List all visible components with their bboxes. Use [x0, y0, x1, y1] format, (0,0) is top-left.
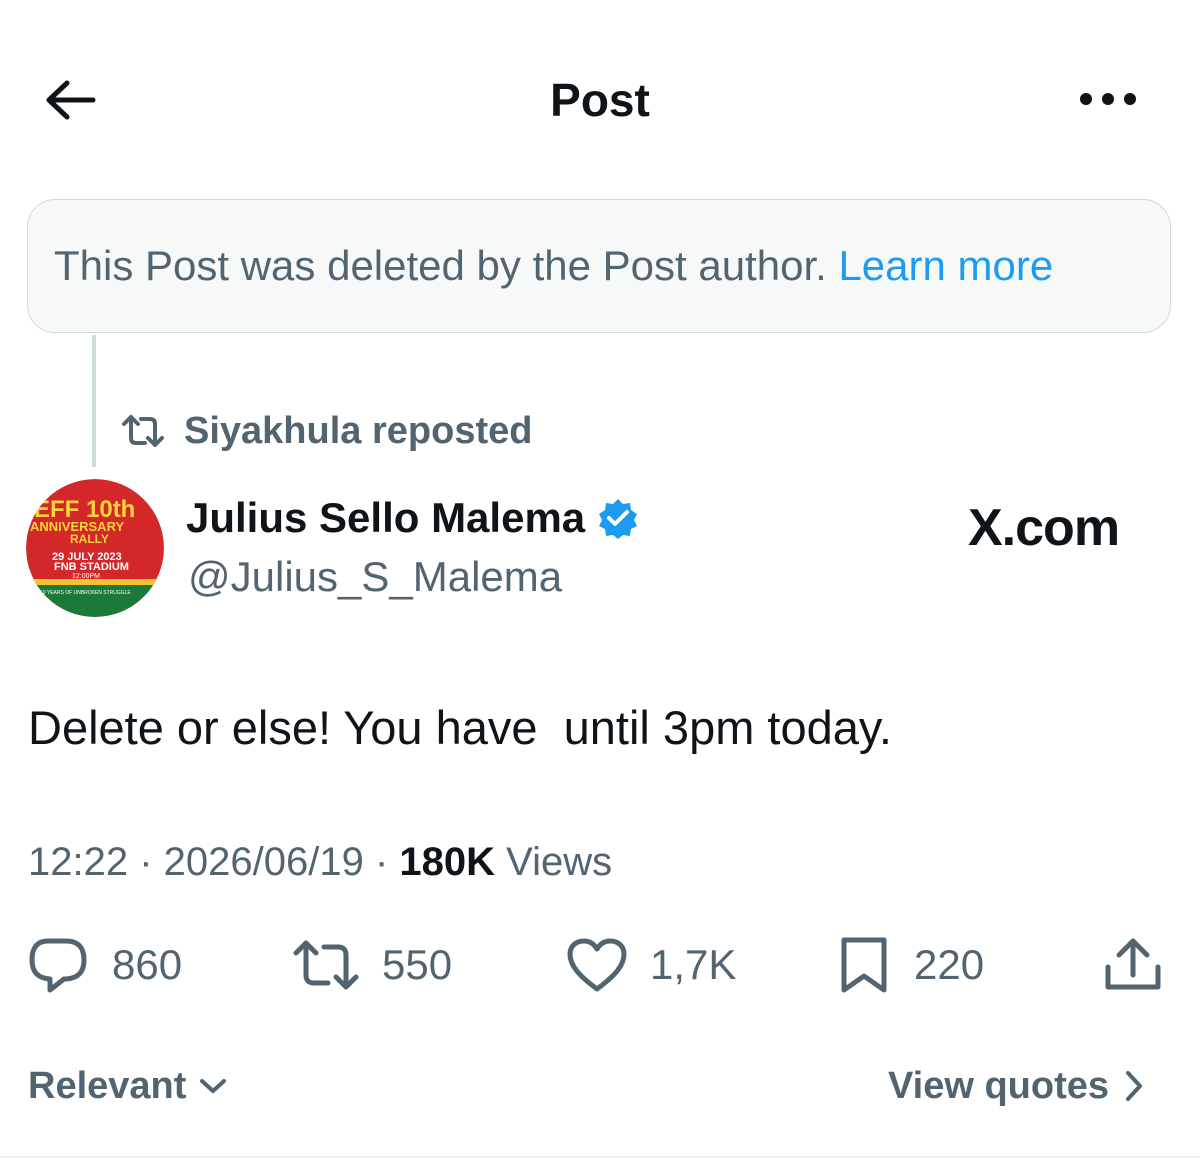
deleted-post-notice: This Post was deleted by the Post author…: [27, 199, 1171, 333]
page-title: Post: [550, 74, 650, 126]
x-com-watermark: X.com: [968, 499, 1120, 557]
like-button[interactable]: 1,7K: [566, 930, 736, 1000]
view-quotes-link[interactable]: View quotes: [888, 1060, 1145, 1112]
bookmark-icon: [841, 937, 887, 993]
heart-icon: [567, 938, 627, 992]
author-name-row: Julius Sello Malema: [186, 494, 639, 542]
share-icon: [1105, 938, 1161, 990]
avatar[interactable]: EFF 10th ANNIVERSARY RALLY 29 JULY 2023 …: [26, 479, 164, 617]
arrow-left-icon: [46, 80, 96, 120]
post-date[interactable]: 2026/06/19: [164, 840, 364, 884]
chevron-right-icon: [1126, 1071, 1143, 1101]
reply-icon: [29, 938, 87, 993]
sort-dropdown[interactable]: Relevant: [28, 1060, 228, 1112]
learn-more-link[interactable]: Learn more: [838, 242, 1053, 290]
repost-label: Siyakhula reposted: [184, 409, 533, 452]
svg-text:RALLY: RALLY: [70, 532, 109, 546]
chevron-down-icon: [200, 1079, 227, 1093]
share-button[interactable]: [1102, 930, 1164, 1000]
views-label: Views: [506, 840, 613, 884]
verified-badge-icon: [599, 499, 638, 539]
repost-context: Siyakhula reposted: [120, 405, 532, 457]
reply-button[interactable]: 860: [26, 930, 182, 1000]
post-time[interactable]: 12:22: [28, 840, 128, 884]
repost-button[interactable]: 550: [292, 930, 452, 1000]
repost-icon: [122, 415, 164, 447]
repost-count: 550: [382, 941, 453, 988]
views-count: 180K: [399, 840, 496, 884]
svg-text:12:00PM: 12:00PM: [72, 573, 100, 580]
more-options-button[interactable]: [1075, 74, 1141, 124]
svg-text:FNB STADIUM: FNB STADIUM: [54, 561, 129, 573]
back-button[interactable]: [40, 70, 100, 130]
author-handle[interactable]: @Julius_S_Malema: [188, 553, 562, 601]
avatar-image: EFF 10th ANNIVERSARY RALLY 29 JULY 2023 …: [26, 479, 164, 617]
post-text: Delete or else! You have until 3pm today…: [28, 701, 892, 754]
post-meta: 12:22 · 2026/06/19 · 180K Views: [28, 840, 612, 885]
deleted-notice-text: This Post was deleted by the Post author…: [54, 242, 827, 289]
author-name[interactable]: Julius Sello Malema: [186, 494, 585, 542]
svg-text:10 YEARS OF UNBROKEN STRUGGLE: 10 YEARS OF UNBROKEN STRUGGLE: [40, 590, 131, 596]
bookmark-button[interactable]: 220: [836, 930, 984, 1000]
meta-separator: ·: [128, 840, 164, 884]
bookmark-count: 220: [914, 941, 985, 988]
repost-icon: [293, 940, 359, 990]
more-horizontal-icon: [1080, 93, 1136, 105]
bottom-divider: [0, 1156, 1200, 1158]
view-quotes-label: View quotes: [888, 1064, 1110, 1107]
like-count: 1,7K: [650, 941, 737, 988]
meta-separator: ·: [363, 840, 400, 884]
thread-connector-line: [92, 335, 96, 467]
reply-count: 860: [112, 941, 183, 988]
sort-label: Relevant: [28, 1064, 187, 1107]
